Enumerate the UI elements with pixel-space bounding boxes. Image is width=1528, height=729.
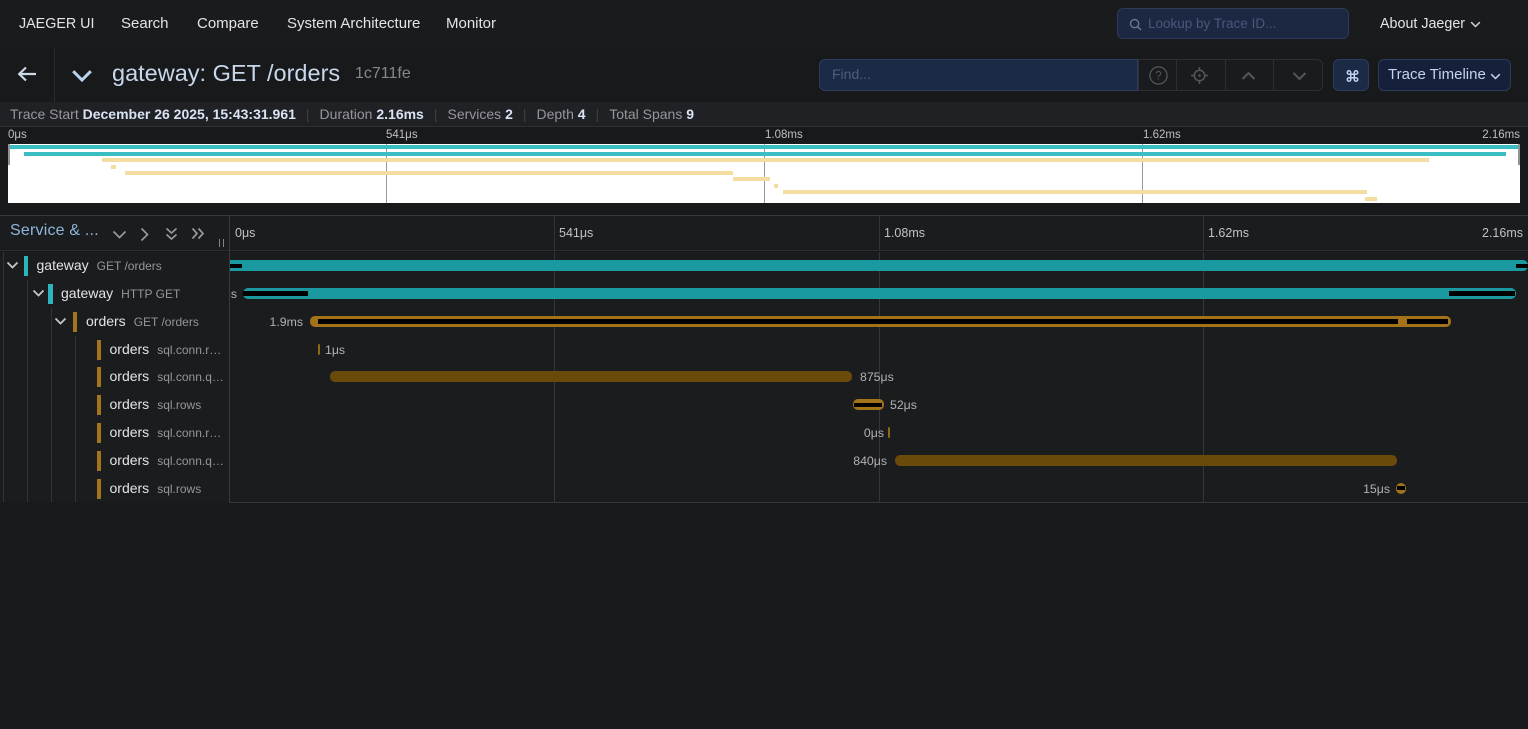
- svg-text:?: ?: [1155, 71, 1161, 83]
